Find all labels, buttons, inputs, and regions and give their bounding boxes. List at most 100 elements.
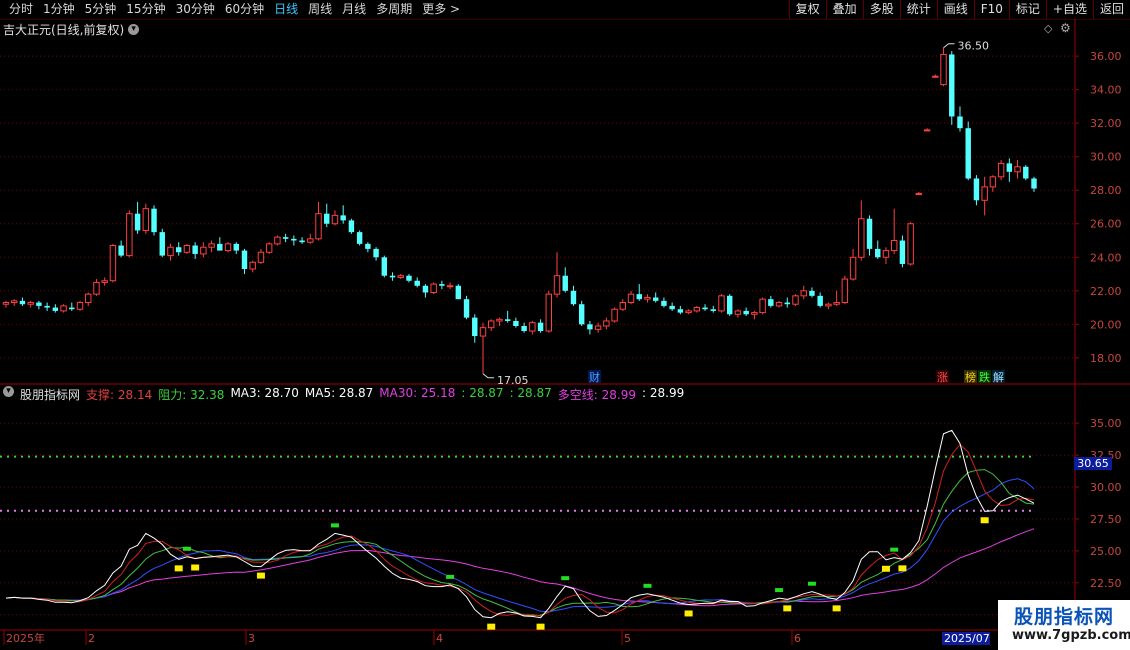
candle-body	[553, 275, 561, 295]
candle-body	[997, 162, 1005, 178]
candle-body	[85, 293, 92, 304]
month-label: 4	[436, 632, 443, 645]
signal-yellow	[783, 605, 792, 612]
ma12-line	[5, 478, 1035, 613]
signal-green	[446, 574, 455, 579]
marker-die: 跌	[979, 370, 990, 384]
signal-green	[775, 588, 784, 593]
candle-body	[356, 232, 363, 244]
indicator-value-2: MA3: 28.70	[230, 386, 299, 400]
current-value-badge: 30.65	[1074, 457, 1112, 470]
candle-body	[183, 245, 191, 253]
indicator-value-0: 支撑: 28.14	[86, 388, 153, 402]
signal-yellow	[487, 623, 496, 630]
high-label: 36.50	[958, 40, 990, 53]
candle-body	[768, 299, 774, 306]
candle-body	[981, 186, 988, 201]
candle-body	[192, 245, 198, 254]
signal-yellow	[832, 605, 841, 612]
indicator-value-8: : 28.99	[642, 386, 685, 400]
candle-body	[545, 293, 552, 332]
chevron-down-icon[interactable]: ▾	[3, 386, 14, 397]
marker-cai: 财	[589, 370, 600, 384]
candle-body	[923, 129, 931, 132]
candle-body	[265, 243, 273, 253]
candle-body	[488, 320, 495, 329]
y-tick-label: 18.00	[1090, 352, 1122, 365]
indicator-legend: ▾ 股朋指标网 支撑: 28.14 阻力: 32.38 MA3: 28.70 MA5:…	[3, 386, 684, 403]
candle-body	[825, 303, 832, 307]
candle-body	[915, 193, 923, 196]
candle-body	[291, 238, 297, 241]
candle-body	[299, 240, 305, 243]
candle-body	[126, 213, 133, 257]
ind-y-tick-label: 35.00	[1090, 417, 1122, 430]
candle-body	[562, 275, 568, 291]
candle-body	[907, 223, 914, 265]
marker-zhang: 涨	[937, 371, 948, 384]
candle-body	[44, 305, 50, 308]
month-label: 5	[624, 632, 631, 645]
candle-body	[2, 302, 10, 305]
candle-body	[570, 290, 577, 305]
candle-body	[109, 245, 117, 282]
candle-body	[775, 302, 783, 307]
signal-yellow	[684, 610, 693, 617]
candle-body	[849, 256, 857, 280]
y-tick-label: 26.00	[1090, 218, 1122, 231]
signal-green	[643, 583, 652, 588]
candle-body	[422, 285, 429, 293]
candle-body	[118, 245, 124, 256]
candle-body	[282, 237, 289, 239]
candle-body	[949, 54, 955, 117]
candle-body	[603, 320, 610, 327]
candle-body	[817, 295, 823, 306]
signal-green	[561, 576, 570, 581]
candle-body	[217, 243, 223, 251]
y-tick-label: 30.00	[1090, 151, 1122, 164]
indicator-value-6: : 28.87	[509, 386, 552, 400]
candle-body	[307, 238, 314, 243]
candle-body	[69, 307, 75, 310]
candle-body	[792, 295, 799, 305]
candle-body	[685, 310, 692, 314]
candle-body	[759, 298, 766, 314]
candle-body	[743, 310, 749, 315]
candle-body	[463, 299, 470, 318]
y-tick-label: 32.00	[1090, 117, 1122, 130]
candle-body	[389, 275, 396, 278]
signal-green	[182, 546, 191, 551]
candle-body	[455, 285, 462, 300]
candle-body	[710, 309, 716, 311]
candle-body	[274, 236, 281, 245]
candle-body	[989, 176, 997, 188]
candle-body	[636, 294, 642, 300]
candle-body	[702, 307, 708, 310]
y-tick-label: 28.00	[1090, 184, 1122, 197]
candle-body	[809, 290, 815, 296]
candle-body	[446, 285, 454, 288]
signal-green	[890, 547, 899, 552]
candle-body	[940, 53, 947, 86]
candle-body	[875, 248, 881, 258]
month-label: 2025年	[6, 631, 45, 645]
candle-body	[841, 278, 849, 304]
low-arrow	[482, 373, 494, 379]
candle-body	[60, 305, 67, 312]
candle-body	[1006, 163, 1013, 172]
ma30-line	[5, 528, 1035, 607]
candle-body	[27, 302, 34, 305]
watermark-url: www.7gpzb.com	[1012, 628, 1130, 643]
candle-body	[627, 293, 635, 304]
indicator-value-7: 多空线: 28.99	[557, 388, 636, 402]
candle-body	[1014, 166, 1021, 173]
candle-body	[619, 302, 627, 310]
candle-body	[537, 322, 544, 332]
ma3-line	[5, 429, 1035, 619]
candle-body	[726, 295, 733, 315]
candle-body	[734, 310, 742, 315]
candle-body	[224, 243, 232, 252]
candle-body	[134, 213, 141, 231]
candle-body	[965, 128, 971, 179]
candle-body	[167, 246, 174, 257]
